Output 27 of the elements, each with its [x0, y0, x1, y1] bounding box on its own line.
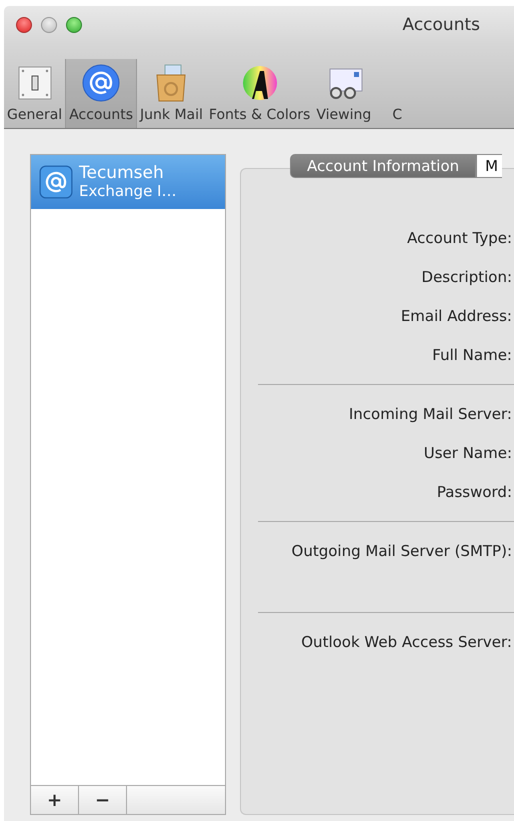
field-label: Full Name: [432, 346, 512, 364]
list-button[interactable]: − [79, 786, 127, 814]
field-label: Outlook Web Access Server: [301, 633, 512, 651]
at-sign-icon [81, 63, 122, 103]
minimize-button[interactable] [41, 17, 57, 33]
toolbar-tab[interactable]: Viewing [313, 59, 374, 128]
list-button[interactable]: + [31, 786, 79, 814]
toolbar-tab[interactable]: Junk Mail [137, 59, 206, 128]
field-label: User Name: [424, 444, 512, 462]
tab[interactable]: M [476, 154, 502, 178]
field-label: Account Type: [407, 229, 512, 247]
at-sign-icon [39, 165, 73, 199]
account-name: Tecumseh [79, 164, 165, 184]
zoom-button[interactable] [66, 17, 82, 33]
field-label: Incoming Mail Server: [348, 405, 512, 423]
toolbar-tab[interactable]: Accounts [65, 59, 138, 128]
toolbar-tab[interactable]: C [374, 59, 420, 128]
close-button[interactable] [16, 17, 32, 33]
field-label: Outgoing Mail Server (SMTP): [292, 542, 512, 560]
field-label: Email Address: [400, 307, 512, 325]
tab[interactable]: Account Information [290, 154, 476, 178]
field-label: Password: [436, 483, 512, 501]
toolbar-tab[interactable]: General [4, 59, 66, 128]
window-title: Accounts [402, 15, 480, 35]
field-label: Description: [422, 268, 512, 286]
account-type: Exchange I… [79, 183, 176, 200]
toolbar-tab[interactable]: Fonts & Colors [206, 59, 314, 128]
